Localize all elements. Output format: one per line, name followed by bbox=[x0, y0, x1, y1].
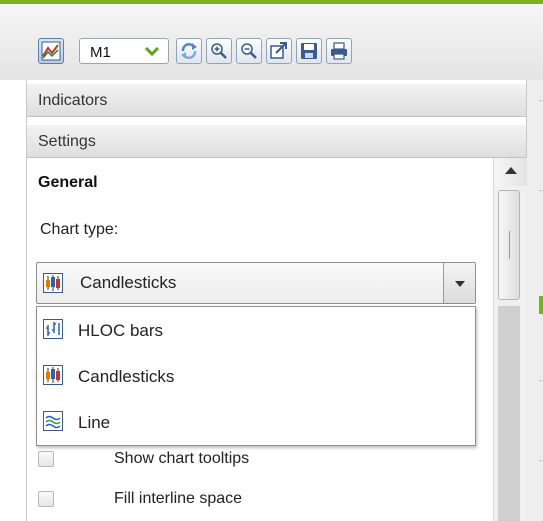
save-button[interactable] bbox=[296, 38, 322, 64]
general-group-title: General bbox=[38, 174, 98, 191]
option-label: HLOC bars bbox=[78, 321, 164, 340]
scroll-up-button[interactable] bbox=[494, 158, 527, 186]
grid-mark bbox=[539, 190, 543, 191]
fill-interline-space-label: Fill interline space bbox=[114, 490, 243, 507]
settings-section-header[interactable]: Settings bbox=[26, 124, 526, 158]
area-chart-icon bbox=[41, 41, 61, 61]
zoom-in-button[interactable] bbox=[206, 38, 232, 64]
chart-type-label: Chart type: bbox=[40, 221, 119, 238]
refresh-button[interactable] bbox=[176, 38, 202, 64]
chart-area-edge bbox=[526, 80, 543, 521]
fill-interline-space-checkbox[interactable] bbox=[38, 491, 54, 507]
floppy-disk-icon bbox=[301, 43, 317, 59]
show-chart-tooltips-label: Show chart tooltips bbox=[114, 450, 250, 467]
timeframe-select[interactable]: M1 bbox=[79, 38, 169, 64]
chart-type-selected-value: Candlesticks bbox=[80, 273, 177, 292]
chart-type-option-line[interactable]: Line bbox=[37, 401, 475, 445]
grip-icon bbox=[509, 231, 510, 259]
chart-toolbar: M1 bbox=[0, 4, 543, 80]
print-button[interactable] bbox=[326, 38, 352, 64]
external-link-icon bbox=[270, 42, 287, 59]
chart-type-select[interactable]: Candlesticks bbox=[36, 262, 476, 304]
refresh-icon bbox=[181, 43, 197, 59]
indicators-label: Indicators bbox=[38, 92, 108, 109]
chevron-down-icon bbox=[144, 46, 160, 57]
open-external-button[interactable] bbox=[266, 38, 292, 64]
dropdown-toggle[interactable] bbox=[443, 263, 475, 303]
candlesticks-icon bbox=[43, 273, 63, 293]
chart-type-dropdown-list: HLOC bars Candlesticks Line bbox=[36, 306, 476, 446]
option-label: Candlesticks bbox=[78, 367, 175, 386]
zoom-in-icon bbox=[211, 43, 227, 59]
grid-mark bbox=[539, 460, 543, 461]
caret-down-icon bbox=[455, 281, 465, 287]
printer-icon bbox=[331, 42, 347, 60]
timeframe-value: M1 bbox=[90, 44, 111, 61]
zoom-out-button[interactable] bbox=[236, 38, 262, 64]
chart-type-option-candlesticks[interactable]: Candlesticks bbox=[37, 355, 475, 399]
line-chart-icon bbox=[43, 411, 63, 431]
grid-mark bbox=[539, 380, 543, 381]
indicators-section-header[interactable]: Indicators bbox=[26, 83, 526, 117]
settings-label: Settings bbox=[38, 133, 96, 150]
grid-mark bbox=[539, 100, 543, 101]
zoom-out-icon bbox=[241, 43, 257, 59]
scroll-thumb[interactable] bbox=[498, 190, 520, 300]
chart-type-button[interactable] bbox=[38, 38, 64, 64]
price-marker bbox=[539, 296, 543, 314]
caret-up-icon bbox=[505, 167, 517, 174]
hloc-bars-icon bbox=[43, 319, 63, 339]
settings-scrollbar[interactable] bbox=[493, 158, 527, 521]
chart-type-option-hloc[interactable]: HLOC bars bbox=[37, 309, 475, 353]
option-label: Line bbox=[78, 413, 111, 432]
candlesticks-icon bbox=[43, 365, 63, 385]
scroll-track[interactable] bbox=[498, 306, 520, 521]
show-chart-tooltips-checkbox[interactable] bbox=[38, 451, 54, 467]
